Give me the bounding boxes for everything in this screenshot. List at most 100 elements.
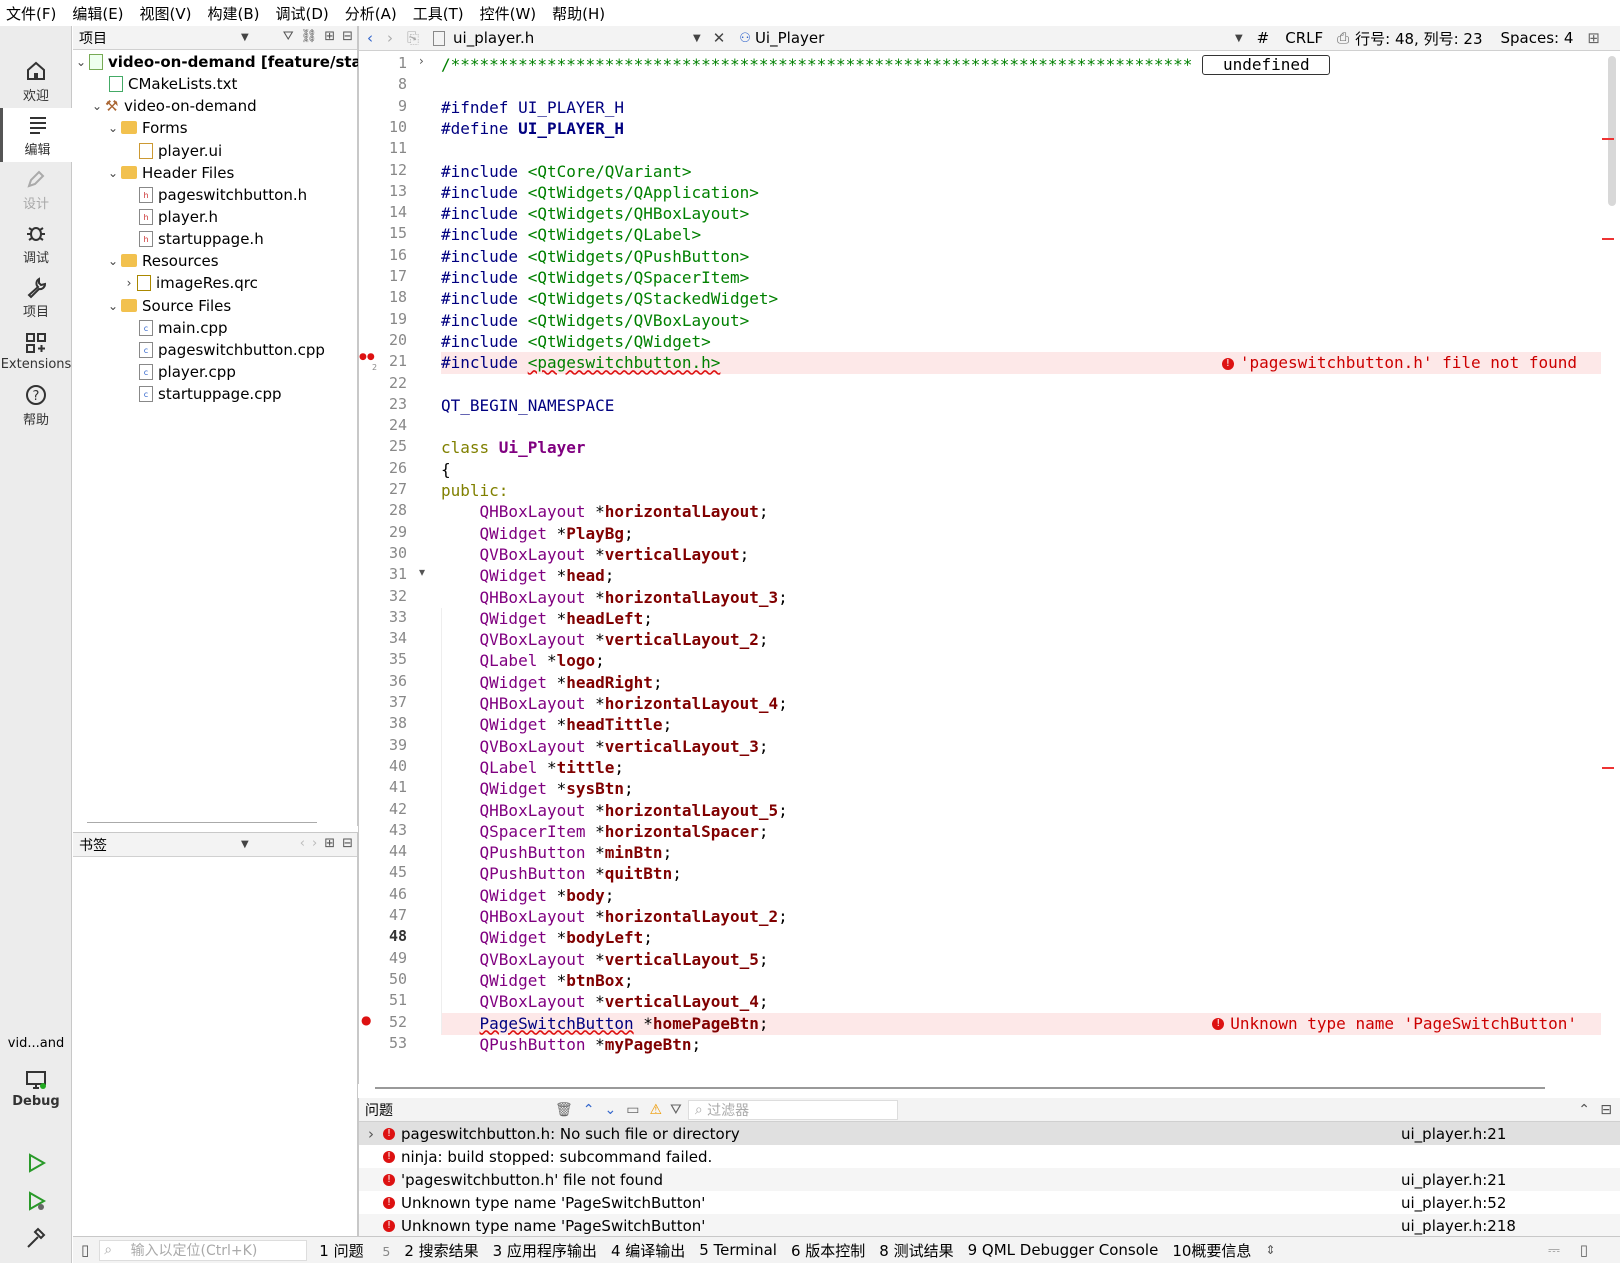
chevron-down-icon[interactable]: ▼: [693, 33, 701, 44]
mode-projects[interactable]: 项目: [0, 270, 72, 324]
tab-compile-output[interactable]: 4 编译输出: [611, 1240, 685, 1261]
mode-welcome[interactable]: 欢迎: [0, 54, 72, 108]
close-pane-icon[interactable]: ⊟: [1600, 1102, 1612, 1118]
tree-item-pageswitchbutton-h[interactable]: h pageswitchbutton.h: [139, 183, 307, 206]
tree-item-resources[interactable]: ⌄ Resources: [105, 249, 219, 272]
chevron-down-icon[interactable]: ⌄: [105, 299, 121, 313]
indent-setting[interactable]: Spaces: 4: [1501, 29, 1574, 47]
tab-app-output[interactable]: 3 应用程序输出: [493, 1240, 597, 1261]
toggle-output-icon[interactable]: ▯: [1580, 1241, 1588, 1259]
menu-build[interactable]: 构建(B): [208, 3, 260, 24]
tab-summary[interactable]: 10概要信息: [1172, 1240, 1251, 1261]
bookmarks-panel-title[interactable]: 书签: [79, 835, 107, 855]
chevron-down-icon[interactable]: ⌄: [89, 99, 105, 113]
encoding-icon[interactable]: ⎙: [1337, 29, 1349, 47]
h-scrollbar[interactable]: [375, 1087, 1545, 1089]
v-scrollbar-thumb[interactable]: [1608, 56, 1616, 206]
menu-edit[interactable]: 编辑(E): [72, 3, 123, 24]
tree-item-player-h[interactable]: h player.h: [139, 205, 218, 228]
h-scrollbar[interactable]: [87, 822, 317, 823]
forward-icon[interactable]: ›: [387, 29, 393, 47]
menu-tools[interactable]: 工具(T): [413, 3, 464, 24]
tree-item-startuppage-h[interactable]: h startuppage.h: [139, 227, 264, 250]
tab-version-control[interactable]: 6 版本控制: [791, 1240, 865, 1261]
fold-marker-icon[interactable]: ›: [419, 54, 424, 68]
locator-input[interactable]: ⌕ 输入以定位(Ctrl+K): [99, 1239, 308, 1261]
folder-icon[interactable]: ▭: [626, 1102, 639, 1118]
tree-item-player-ui[interactable]: player.ui: [139, 139, 222, 162]
menu-widgets[interactable]: 控件(W): [480, 3, 537, 24]
mode-extensions[interactable]: Extensions: [0, 324, 72, 378]
chevron-down-icon[interactable]: ⌄: [73, 55, 89, 69]
mode-design[interactable]: 设计: [0, 162, 72, 216]
toggle-sidebar-icon[interactable]: ▯: [81, 1241, 89, 1259]
tree-item-imageres[interactable]: › imageRes.qrc: [121, 271, 258, 294]
progress-icon[interactable]: ⎓: [1548, 1241, 1560, 1259]
tree-item-player-cpp[interactable]: c player.cpp: [139, 360, 236, 383]
prev-issue-icon[interactable]: ⌃: [583, 1102, 595, 1118]
tree-item-pageswitchbutton-cpp[interactable]: c pageswitchbutton.cpp: [139, 338, 325, 361]
menu-view[interactable]: 视图(V): [140, 3, 192, 24]
cursor-position[interactable]: 行号: 48, 列号: 23: [1355, 28, 1482, 49]
link-icon[interactable]: ⛓: [301, 29, 318, 44]
close-panel-icon[interactable]: ⊟: [342, 29, 353, 44]
tab-issues[interactable]: 1 问题 5: [319, 1240, 390, 1261]
tree-item-forms[interactable]: ⌄ Forms: [105, 116, 188, 139]
tree-item-source-files[interactable]: ⌄ Source Files: [105, 294, 231, 317]
v-scrollbar[interactable]: [1602, 56, 1616, 1056]
back-icon[interactable]: ‹: [367, 29, 373, 47]
open-file-selector[interactable]: ui_player.h: [453, 29, 693, 47]
close-panel-icon[interactable]: ⊟: [342, 836, 353, 851]
mode-help[interactable]: ? 帮助: [0, 378, 72, 432]
tree-item-header-files[interactable]: ⌄ Header Files: [105, 161, 234, 184]
warning-icon[interactable]: ⚠: [649, 1102, 662, 1118]
prev-icon[interactable]: ‹: [300, 836, 305, 851]
line-ending-button[interactable]: CRLF: [1285, 29, 1323, 47]
panel-dropdown-icon[interactable]: ▼: [241, 32, 249, 43]
issue-row[interactable]: ! 'pageswitchbutton.h' file not found ui_p…: [359, 1168, 1620, 1191]
next-icon[interactable]: ›: [312, 836, 317, 851]
tab-terminal[interactable]: 5 Terminal: [699, 1241, 777, 1259]
split-icon[interactable]: ⊞: [324, 836, 335, 851]
kit-selector[interactable]: Debug: [0, 1058, 72, 1118]
chevron-down-icon[interactable]: ⌄: [105, 121, 121, 135]
chevron-right-icon[interactable]: ›: [121, 276, 137, 290]
run-button[interactable]: [0, 1144, 72, 1184]
issue-row[interactable]: ! ninja: build stopped: subcommand failed…: [359, 1145, 1620, 1168]
menu-help[interactable]: 帮助(H): [552, 3, 605, 24]
tab-test-results[interactable]: 8 测试结果: [879, 1240, 953, 1261]
menu-debug[interactable]: 调试(D): [276, 3, 329, 24]
issue-row[interactable]: ›! pageswitchbutton.h: No such file or di…: [359, 1122, 1620, 1145]
filter-icon[interactable]: ⛛: [283, 29, 294, 44]
tree-item-root[interactable]: ⌄ video-on-demand [feature/star: [73, 50, 369, 73]
folded-comment-button[interactable]: undefined: [1202, 55, 1331, 75]
symbol-selector[interactable]: Ui_Player: [755, 29, 1235, 47]
lock-icon[interactable]: ⎘: [407, 29, 419, 47]
issue-row[interactable]: ! Unknown type name 'PageSwitchButton' ui_…: [359, 1191, 1620, 1214]
chevron-down-icon[interactable]: ▼: [1235, 33, 1243, 44]
debug-run-button[interactable]: [0, 1182, 72, 1222]
tree-item-main-cpp[interactable]: c main.cpp: [139, 316, 228, 339]
maximize-icon[interactable]: ⌃: [1578, 1102, 1590, 1118]
tab-search-results[interactable]: 2 搜索结果: [404, 1240, 478, 1261]
mode-edit[interactable]: 编辑: [0, 108, 72, 162]
project-panel-title[interactable]: 项目: [79, 28, 107, 48]
tree-item-cmakelists[interactable]: CMakeLists.txt: [93, 72, 237, 95]
menu-analyze[interactable]: 分析(A): [345, 3, 397, 24]
build-button[interactable]: [0, 1220, 72, 1260]
chevron-down-icon[interactable]: ⌄: [105, 254, 121, 268]
issue-location[interactable]: ui_player.h:21: [1401, 1125, 1506, 1143]
split-editor-icon[interactable]: ⊞: [1587, 29, 1600, 47]
chevron-down-icon[interactable]: ⌄: [105, 166, 121, 180]
issue-location[interactable]: ui_player.h:21: [1401, 1171, 1506, 1189]
split-icon[interactable]: ⊞: [324, 29, 335, 44]
panel-dropdown-icon[interactable]: ▼: [241, 839, 249, 850]
code-area[interactable]: /***************************************…: [441, 51, 1601, 1101]
mode-debug[interactable]: 调试: [0, 216, 72, 270]
tree-item-subproject[interactable]: ⌄ ⚒ video-on-demand: [89, 94, 257, 117]
tab-qml-console[interactable]: 9 QML Debugger Console: [968, 1241, 1159, 1259]
close-file-icon[interactable]: ✕: [713, 29, 726, 47]
chevron-right-icon[interactable]: ›: [359, 1125, 383, 1143]
filter-icon[interactable]: ⛛: [670, 1102, 682, 1118]
tree-item-startuppage-cpp[interactable]: c startuppage.cpp: [139, 382, 282, 405]
